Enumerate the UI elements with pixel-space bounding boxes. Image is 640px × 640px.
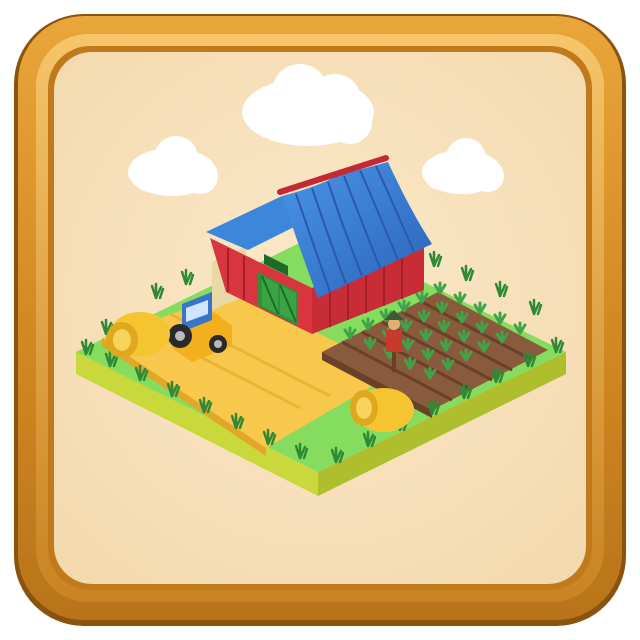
farm-scene xyxy=(14,14,626,626)
farm-app-icon[interactable] xyxy=(0,0,640,640)
